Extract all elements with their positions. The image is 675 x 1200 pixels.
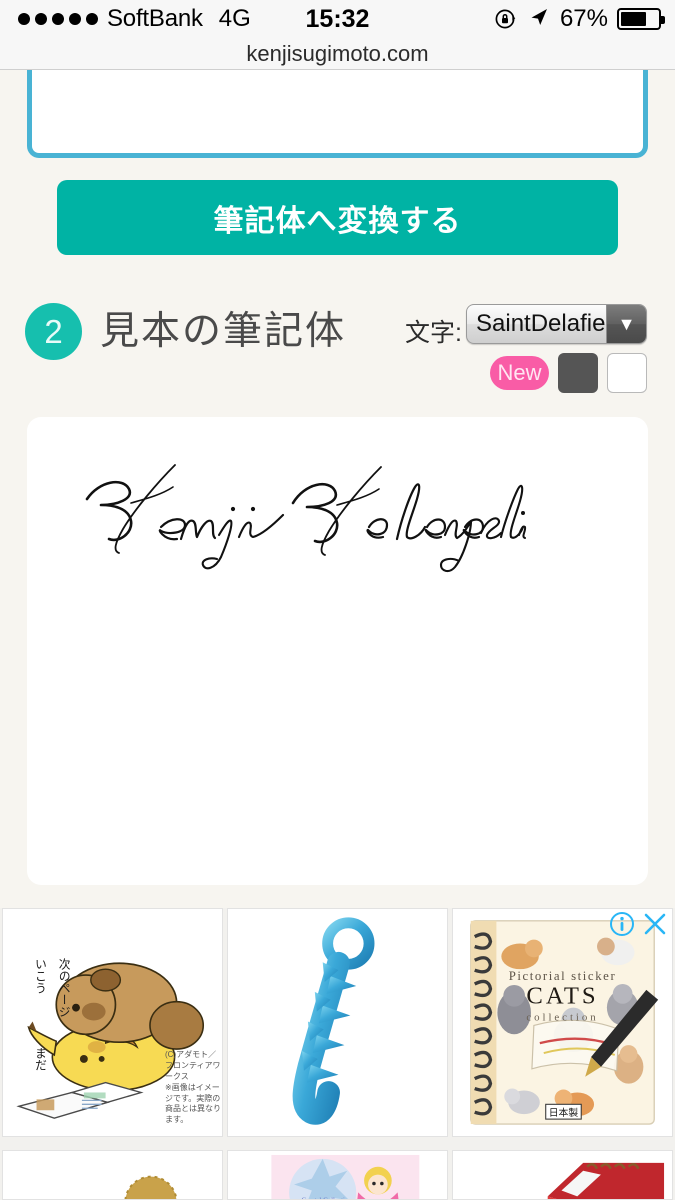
ad-caption-line-1: (C)アダモト／フロンティアワークス	[165, 1050, 221, 1082]
chevron-down-icon: ▼	[606, 305, 646, 343]
section-2-header: 2 見本の筆記体 文字: SaintDelafield ▼ New	[0, 295, 675, 405]
ad-image-blue-tool	[228, 909, 447, 1133]
style-options-row: New	[490, 353, 647, 393]
ad-image-red-notebook	[453, 1151, 672, 1199]
color-swatch-dark[interactable]	[558, 353, 598, 393]
ad-row-top: 次のページ いこう まだ (C)アダモト／フロンティアワークス ※画像はイメージ…	[0, 908, 675, 1137]
font-select[interactable]: SaintDelafield ▼	[466, 304, 647, 344]
ios-status-bar: SoftBank 4G 15:32 67%	[0, 0, 675, 38]
svg-text:日本製: 日本製	[549, 1106, 579, 1119]
new-badge[interactable]: New	[490, 356, 549, 390]
page-content: 筆記体へ変換する 2 見本の筆記体 文字: SaintDelafield ▼ N…	[0, 70, 675, 1200]
color-swatch-light[interactable]	[607, 353, 647, 393]
ad-caption: (C)アダモト／フロンティアワークス ※画像はイメージです。実際の商品とは異なり…	[165, 1050, 222, 1126]
font-select-value: SaintDelafield	[476, 310, 606, 337]
convert-to-cursive-button[interactable]: 筆記体へ変換する	[57, 180, 618, 255]
step-number-badge: 2	[25, 303, 82, 360]
section-2-title: 見本の筆記体	[100, 310, 347, 353]
close-icon[interactable]	[642, 911, 668, 937]
svg-text:Pictorial sticker: Pictorial sticker	[509, 969, 617, 983]
ad-card-red-notebook[interactable]	[452, 1150, 673, 1200]
signature-preview-card[interactable]	[27, 417, 648, 885]
font-select-label: 文字:	[405, 319, 462, 347]
ad-banner-region: 次のページ いこう まだ (C)アダモト／フロンティアワークス ※画像はイメージ…	[0, 908, 675, 1200]
svg-text:いこう: いこう	[33, 958, 47, 994]
url-text: kenjisugimoto.com	[246, 40, 429, 66]
ad-image-anime-poster: Crystal Collection	[228, 1151, 447, 1199]
ad-card-blue-tool[interactable]	[227, 908, 448, 1137]
location-arrow-icon	[527, 5, 551, 34]
status-right-group: 67%	[494, 5, 665, 34]
svg-text:collection: collection	[526, 1011, 598, 1023]
ad-card-anime-poster[interactable]: Crystal Collection	[227, 1150, 448, 1200]
ad-card-gold-pom[interactable]	[2, 1150, 223, 1200]
ad-caption-line-2: ※画像はイメージです。実際の商品とは異なります。	[165, 1082, 221, 1125]
ad-image-cats: Pictorial sticker CATS collection 日本製	[453, 909, 672, 1133]
ad-row-bottom: Crystal Collection	[0, 1150, 675, 1200]
phone-screen: SoftBank 4G 15:32 67% kenjisugimoto.com …	[0, 0, 675, 1200]
adchoices-info-icon[interactable]	[609, 911, 635, 937]
svg-text:まだ: まだ	[33, 1047, 47, 1071]
svg-text:次のページ: 次のページ	[57, 958, 71, 1018]
svg-text:CATS: CATS	[526, 983, 598, 1010]
ad-card-cats-sticker[interactable]: Pictorial sticker CATS collection 日本製	[452, 908, 673, 1137]
browser-url-bar[interactable]: kenjisugimoto.com	[0, 38, 675, 70]
battery-icon	[617, 8, 665, 30]
battery-percent-label: 67%	[559, 5, 608, 32]
rotation-lock-icon	[494, 7, 518, 31]
ad-card-pokemon-book[interactable]: 次のページ いこう まだ (C)アダモト／フロンティアワークス ※画像はイメージ…	[2, 908, 223, 1137]
ad-image-gold-pom	[3, 1151, 222, 1199]
signature-render	[85, 464, 527, 573]
name-input-textarea[interactable]	[27, 70, 648, 158]
ad-badges	[609, 911, 668, 937]
